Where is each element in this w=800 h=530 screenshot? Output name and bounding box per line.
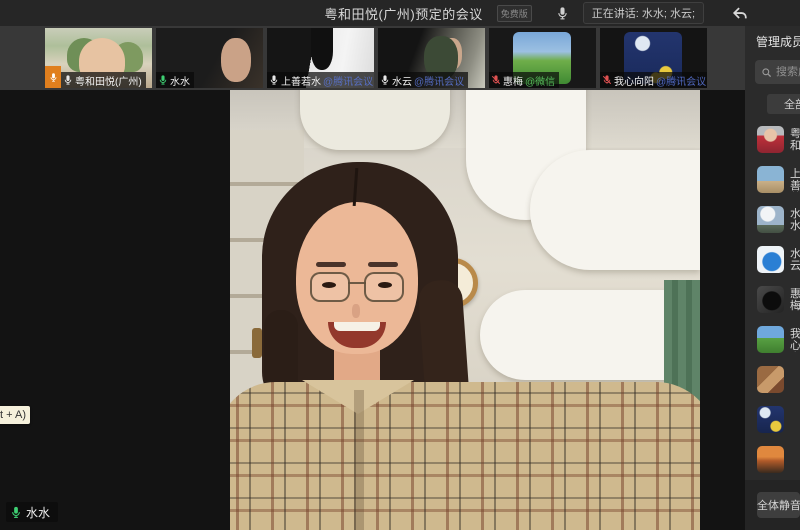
shelf-shape [530, 150, 700, 270]
member-row[interactable] [757, 446, 800, 473]
speaker-teeth [334, 322, 380, 331]
microphone-icon [380, 74, 390, 86]
member-avatar [757, 406, 784, 433]
participant-name-label: 水云 @腾讯会议 [378, 72, 468, 88]
member-row[interactable] [757, 406, 800, 433]
panel-footer: 全体静音 [745, 480, 800, 530]
bottle [252, 328, 262, 358]
participant-figure [221, 38, 251, 82]
phone-audio-icon [45, 66, 61, 88]
reply-arrow-icon[interactable] [732, 6, 748, 21]
member-avatar [757, 446, 784, 473]
participant-name: 水云 [392, 73, 412, 88]
meeting-watermark: @腾讯会议 [414, 73, 464, 88]
shelf-shape [300, 90, 450, 150]
participant-thumbnail[interactable]: 水水 [156, 28, 263, 88]
member-list: 粤和田悦(广州) 上善若水 水水 水云 惠梅 我心向阳 [745, 118, 800, 473]
microphone-icon [63, 74, 73, 86]
participant-thumbnail[interactable]: 我心向阳 @腾讯会议 [600, 28, 707, 88]
member-avatar [757, 206, 784, 233]
member-name: 水水 [790, 208, 800, 232]
participant-thumbnail[interactable]: 上善若水 @腾讯会议 [267, 28, 374, 88]
shirt-placket [354, 390, 364, 530]
participant-name: 水水 [170, 73, 190, 88]
free-version-badge: 免费版 [497, 5, 532, 22]
now-speaking-label: 正在讲话: 水水; 水云; [583, 2, 704, 24]
member-row[interactable]: 我心向阳 [757, 326, 800, 353]
member-row[interactable] [757, 366, 800, 393]
speaker-name-label: 水水 [6, 502, 58, 522]
member-name: 水云 [790, 248, 800, 272]
speaker-nose [352, 304, 360, 318]
member-row[interactable]: 粤和田悦(广州) [757, 126, 800, 153]
member-row[interactable]: 水云 [757, 246, 800, 273]
microphone-icon [269, 74, 279, 86]
meeting-title: 粤和田悦(广州)预定的会议 [325, 4, 483, 23]
member-filter-chip[interactable]: 全部成员 [767, 94, 800, 114]
member-avatar [757, 326, 784, 353]
microphone-muted-icon [602, 74, 612, 86]
participant-name-label: 上善若水 @腾讯会议 [267, 72, 374, 88]
member-avatar [757, 166, 784, 193]
manage-members-panel: 管理成员 全部成员 粤和田悦(广州) 上善若水 水水 水云 [745, 26, 800, 530]
mute-shortcut-tooltip: (Alt + A) [0, 406, 30, 424]
speaker-name: 水水 [26, 504, 50, 521]
wechat-watermark: @微信 [525, 73, 555, 88]
participant-thumbnail[interactable]: 粤和田悦(广州) [45, 28, 152, 88]
member-avatar [757, 126, 784, 153]
member-name: 我心向阳 [790, 328, 800, 352]
member-name: 粤和田悦(广州) [790, 128, 800, 152]
member-avatar [757, 286, 784, 313]
meeting-watermark: @腾讯会议 [323, 73, 373, 88]
speaker-eye [378, 282, 392, 288]
participant-name: 粤和田悦(广州) [75, 73, 142, 88]
participant-name: 我心向阳 [614, 73, 654, 88]
search-input[interactable] [776, 66, 800, 78]
top-bar: 粤和田悦(广州)预定的会议 免费版 正在讲话: 水水; 水云; [0, 0, 800, 26]
participant-name-label: 我心向阳 @腾讯会议 [600, 72, 707, 88]
member-name: 惠梅 [790, 288, 800, 312]
participant-name-label: 惠梅 @微信 [489, 72, 559, 88]
search-icon [761, 67, 772, 78]
participant-name-label: 粤和田悦(广州) [61, 72, 146, 88]
member-row[interactable]: 水水 [757, 206, 800, 233]
member-name: 上善若水 [790, 168, 800, 192]
participant-name-label: 水水 [156, 72, 194, 88]
meeting-watermark: @腾讯会议 [656, 73, 706, 88]
mute-all-button[interactable]: 全体静音 [757, 492, 800, 518]
member-row[interactable]: 惠梅 [757, 286, 800, 313]
participant-name: 上善若水 [281, 73, 321, 88]
participant-thumbnail[interactable]: 水云 @腾讯会议 [378, 28, 485, 88]
speaker-eyebrow [368, 262, 398, 267]
microphone-icon [556, 7, 569, 20]
member-row[interactable]: 上善若水 [757, 166, 800, 193]
microphone-muted-icon [491, 74, 501, 86]
speaker-eyebrow [316, 262, 346, 267]
participant-figure [311, 28, 333, 70]
microphone-active-icon [10, 506, 22, 519]
member-search-box[interactable] [755, 60, 800, 84]
participant-name: 惠梅 [503, 73, 523, 88]
participant-thumbnail[interactable]: 惠梅 @微信 [489, 28, 596, 88]
panel-header: 管理成员 [745, 26, 800, 56]
microphone-active-icon [158, 74, 168, 86]
speaker-plaid-shirt [230, 382, 700, 530]
speaker-video [230, 90, 700, 530]
speaker-eye [322, 282, 336, 288]
participant-filmstrip: 粤和田悦(广州) 水水 上善若水 @腾讯会议 水云 @腾讯会议 [0, 26, 745, 90]
member-avatar [757, 366, 784, 393]
member-avatar [757, 246, 784, 273]
glasses-bridge [348, 282, 366, 284]
main-video-stage[interactable]: 水水 (Alt + A) [0, 90, 745, 530]
meeting-window: 粤和田悦(广州)预定的会议 免费版 正在讲话: 水水; 水云; 粤和田悦(广州)… [0, 0, 800, 530]
panel-title: 管理成员 [756, 33, 800, 50]
